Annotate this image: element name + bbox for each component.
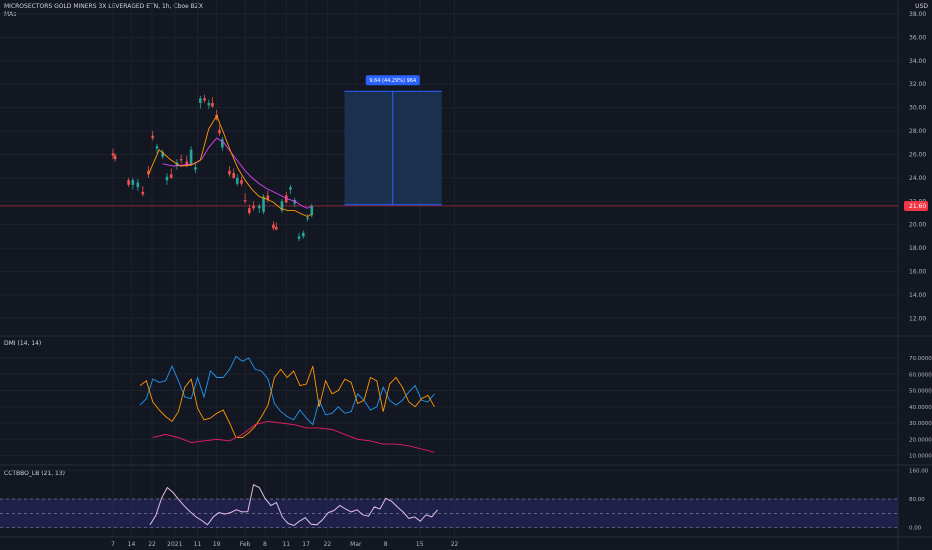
candle-body[interactable]	[211, 102, 214, 107]
dmi-axis: 10.0000 20.0000 30.0000 40.0000 50.0000 60.00…	[909, 356, 932, 460]
candle-body[interactable]	[165, 176, 169, 181]
price-tick-label: 16.00	[909, 268, 926, 275]
candle-body[interactable]	[113, 155, 117, 160]
price-axis: 12.0014.0016.0018.0020.0022.0024.0026.00…	[909, 11, 926, 322]
candle-body[interactable]	[141, 191, 145, 195]
price-tick-label: 14.00	[909, 292, 926, 299]
candle-body[interactable]	[136, 182, 140, 188]
candle-body[interactable]	[111, 153, 115, 156]
candle-body[interactable]	[131, 180, 135, 185]
candle-body[interactable]	[235, 177, 239, 184]
measure-tool: 9.64 (44.29%) 964	[344, 75, 442, 206]
candle-body[interactable]	[310, 205, 314, 216]
dmi-panel: 10.0000 20.0000 30.0000 40.0000 50.0000 60.00…	[139, 355, 932, 460]
time-tick-label: Feb	[240, 541, 251, 548]
oscillator-tick-label: 160.00	[909, 468, 929, 474]
dmi-tick-label: 20.0000	[909, 437, 932, 443]
ma-slow-line	[162, 137, 313, 209]
oscillator-panel: 0.00 80.00 160.00	[0, 468, 929, 532]
trading-chart[interactable]: 9.64 (44.29%) 964 12.00 14.00 16.00 18.00 20…	[0, 0, 932, 550]
candle-body[interactable]	[248, 208, 251, 213]
time-axis: 7 14 22 2021 11 19 Feb 8 11 17 22 Mar 8 15 22	[111, 541, 458, 548]
current-price-tag-label: 21.60	[909, 203, 926, 210]
dmi-lines	[139, 355, 435, 453]
candle-body[interactable]	[297, 236, 301, 239]
price-tick-label: 32.00	[909, 81, 926, 88]
price-tick-label: 28.00	[909, 128, 926, 135]
time-tick-label: 8	[263, 541, 267, 548]
time-tick-label: 17	[302, 541, 310, 548]
candle-body[interactable]	[207, 102, 211, 106]
time-tick-label: 11	[282, 541, 290, 548]
price-tick-label: 24.00	[909, 175, 926, 182]
panel-dividers	[0, 0, 932, 550]
candles	[111, 94, 314, 242]
candle-body[interactable]	[194, 167, 197, 170]
candle-body[interactable]	[169, 174, 173, 178]
time-tick-label: 22	[451, 541, 459, 548]
time-tick-label: 19	[213, 541, 221, 548]
candle-body[interactable]	[306, 217, 309, 219]
price-tick-label: 30.00	[909, 105, 926, 112]
time-tick-label: Mar	[350, 541, 362, 548]
price-tick-label: 34.00	[909, 58, 926, 65]
adx-line	[152, 420, 435, 453]
time-tick-label: 8	[384, 541, 388, 548]
price-panel: 9.64 (44.29%) 964 12.00 14.00 16.00 18.00 20…	[0, 11, 928, 322]
price-tick-label: 20.00	[909, 222, 926, 229]
candle-body[interactable]	[189, 149, 193, 164]
measure-label: 9.64 (44.29%) 964	[369, 78, 416, 84]
candle-body[interactable]	[257, 205, 261, 209]
price-tick-label: 18.00	[909, 245, 926, 252]
dmi-tick-label: 50.0000	[909, 389, 932, 395]
candle-body[interactable]	[262, 196, 265, 212]
candle-body[interactable]	[151, 135, 155, 139]
time-tick-label: 14	[128, 541, 136, 548]
time-tick-label: 11	[194, 541, 202, 548]
candle-body[interactable]	[199, 98, 202, 103]
candle-body[interactable]	[232, 173, 235, 178]
dmi-minus-line	[139, 365, 435, 439]
candle-body[interactable]	[203, 98, 206, 101]
time-tick-label: 2021	[167, 541, 182, 548]
price-tick-label: 36.00	[909, 34, 926, 41]
time-tick-label: 22	[324, 541, 332, 548]
price-tick-label: 12.00	[909, 315, 926, 322]
time-tick-label: 22	[148, 541, 156, 548]
chart-grid	[0, 0, 898, 537]
candle-body[interactable]	[155, 146, 159, 149]
dmi-tick-label: 70.0000	[909, 356, 932, 362]
candle-body[interactable]	[243, 200, 247, 202]
oscillator-axis: 0.00 80.00 160.00	[909, 468, 929, 531]
price-tick-label: 26.00	[909, 151, 926, 158]
candle-body[interactable]	[301, 232, 305, 237]
time-tick-label: 7	[111, 541, 115, 548]
candle-body[interactable]	[127, 180, 130, 185]
candle-body[interactable]	[275, 227, 278, 230]
candle-body[interactable]	[252, 205, 255, 209]
dmi-tick-label: 40.0000	[909, 405, 932, 411]
candle-body[interactable]	[240, 180, 243, 184]
dmi-tick-label: 10.0000	[909, 454, 932, 460]
candle-body[interactable]	[221, 139, 224, 148]
candle-body[interactable]	[228, 170, 231, 175]
dmi-tick-label: 30.0000	[909, 421, 932, 427]
price-tick-label: 38.00	[909, 11, 926, 18]
time-tick-label: 15	[416, 541, 424, 548]
candle-body[interactable]	[179, 159, 183, 161]
oscillator-tick-label: 0.00	[909, 526, 922, 532]
candle-body[interactable]	[272, 224, 275, 229]
candle-body[interactable]	[289, 187, 292, 190]
dmi-tick-label: 60.0000	[909, 372, 932, 378]
candle-body[interactable]	[218, 129, 221, 134]
oscillator-tick-label: 80.00	[909, 497, 925, 503]
